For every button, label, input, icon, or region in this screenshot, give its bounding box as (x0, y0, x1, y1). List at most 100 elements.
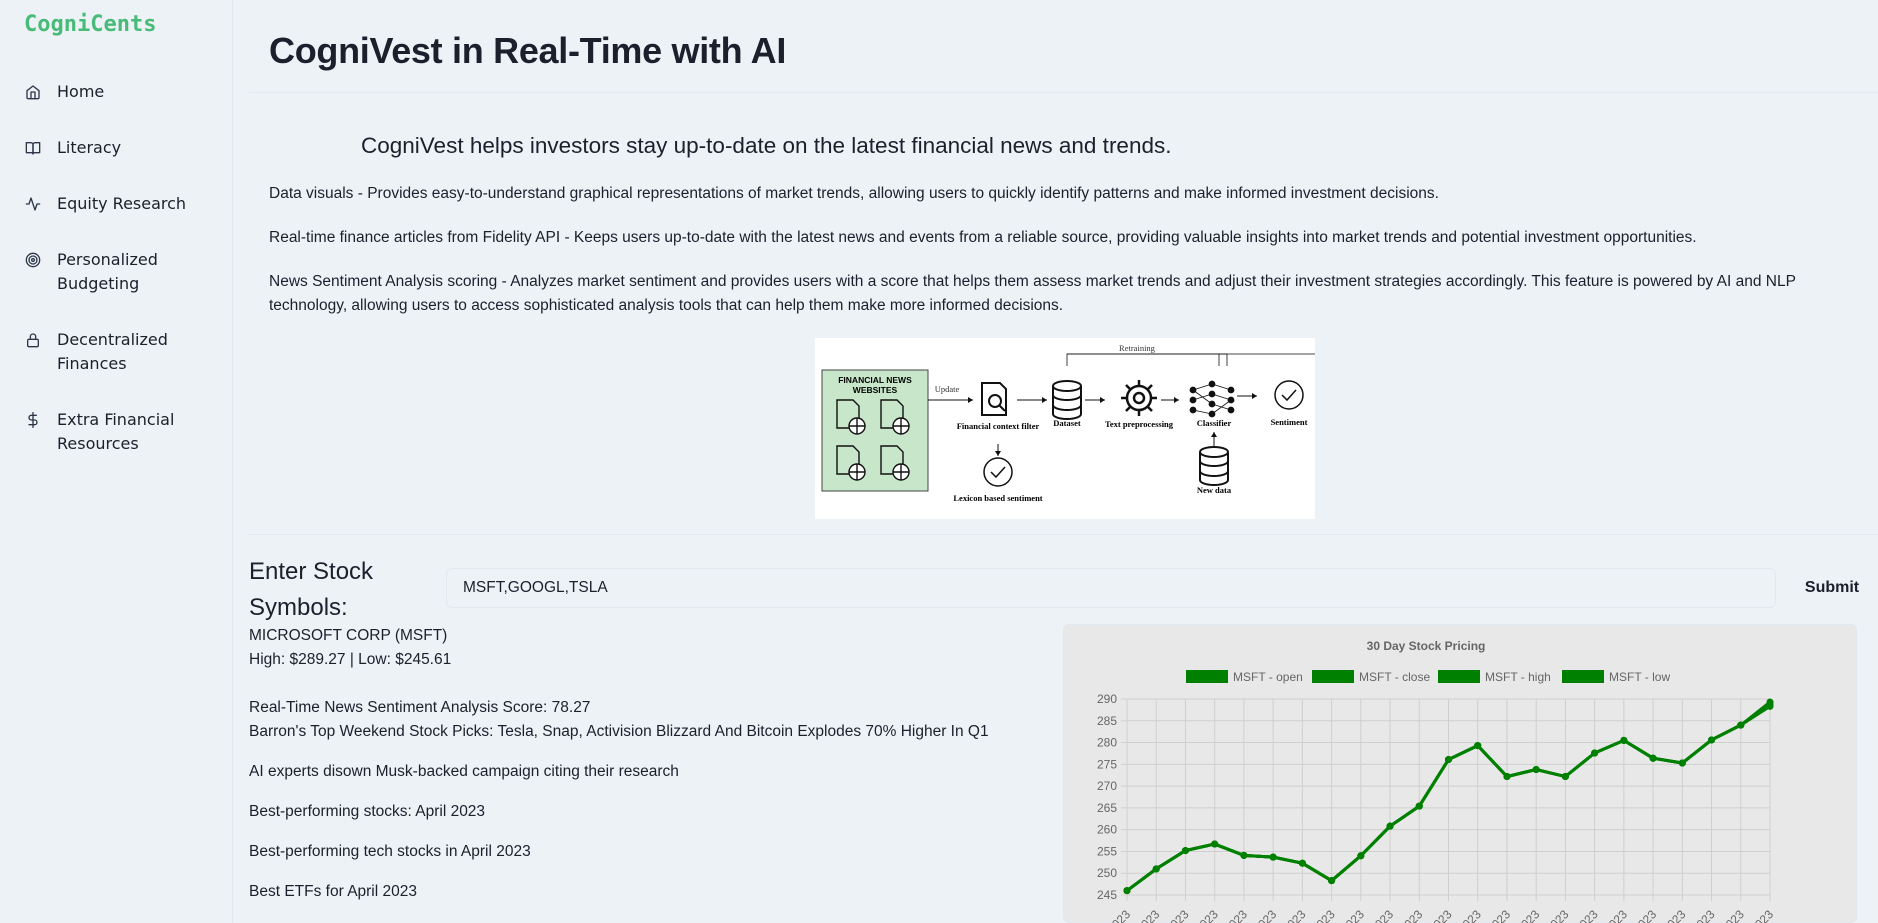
data-point (1357, 852, 1365, 860)
sidebar-nav: Home Literacy Equity Research Personaliz… (0, 80, 232, 488)
filter-label: Financial context filter (957, 421, 1040, 431)
sidebar-item-label: Personalized Budgeting (57, 250, 158, 293)
main-content: CogniVest in Real-Time with AI CogniVest… (249, 0, 1878, 923)
sidebar-item-home[interactable]: Home (0, 80, 232, 104)
legend-swatch (1312, 670, 1354, 683)
news-item[interactable]: AI experts disown Musk-backed campaign c… (249, 760, 989, 784)
sidebar-item-personalized-budgeting[interactable]: Personalized Budgeting (0, 248, 232, 296)
retraining-label: Retraining (1119, 343, 1156, 353)
stock-symbols-input[interactable] (446, 568, 1776, 608)
data-point (1708, 736, 1716, 744)
data-point (1678, 759, 1686, 767)
data-point (1269, 853, 1277, 861)
y-tick-label: 280 (1097, 736, 1117, 750)
database-icon (1052, 380, 1082, 420)
data-point (1445, 756, 1452, 764)
activity-icon (24, 192, 42, 216)
x-tick-label: 2023 (1397, 907, 1426, 923)
update-label: Update (935, 384, 960, 394)
sidebar-item-label: Extra Financial Resources (57, 410, 175, 453)
y-tick-label: 290 (1097, 692, 1117, 706)
sidebar-item-equity-research[interactable]: Equity Research (0, 192, 232, 216)
x-tick-label: 2023 (1660, 907, 1689, 923)
neural-net-icon (1189, 380, 1235, 418)
brand-logo[interactable]: CogniCents (24, 12, 156, 37)
x-tick-label: 2023 (1747, 907, 1776, 923)
dollar-icon (24, 408, 42, 432)
sidebar-item-label: Home (57, 82, 105, 101)
sidebar-item-decentralized-finances[interactable]: Decentralized Finances (0, 328, 232, 376)
x-tick-label: 2023 (1543, 907, 1572, 923)
legend-swatch (1438, 670, 1480, 683)
data-point (1152, 865, 1160, 873)
y-tick-label: 285 (1097, 714, 1117, 728)
sidebar-item-literacy[interactable]: Literacy (0, 136, 232, 160)
x-tick-label: 2023 (1221, 907, 1250, 923)
sidebar-item-label: Equity Research (57, 194, 187, 213)
x-tick-label: 2023 (1104, 907, 1133, 923)
x-tick-label: 2023 (1338, 907, 1367, 923)
data-point (1415, 802, 1423, 810)
legend-label: MSFT - high (1485, 670, 1551, 684)
x-tick-label: 2023 (1601, 907, 1630, 923)
data-point (1386, 822, 1394, 830)
sentiment-pipeline-diagram: FINANCIAL NEWS WEBSITES Update Financial … (815, 338, 1319, 519)
news-list: Barron's Top Weekend Stock Picks: Tesla,… (249, 720, 989, 920)
x-tick-label: 2023 (1689, 907, 1718, 923)
stock-pricing-chart: 30 Day Stock Pricing MSFT - open MSFT - cl… (1063, 624, 1857, 923)
chart-title: 30 Day Stock Pricing (1367, 639, 1486, 653)
y-tick-label: 275 (1097, 757, 1117, 771)
news-item[interactable]: Barron's Top Weekend Stock Picks: Tesla,… (249, 720, 989, 744)
data-point (1181, 847, 1189, 855)
y-tick-label: 270 (1097, 779, 1117, 793)
y-tick-label: 255 (1097, 844, 1117, 858)
x-tick-label: 2023 (1572, 907, 1601, 923)
y-tick-label: 260 (1097, 823, 1117, 837)
check-circle-icon (1274, 380, 1304, 410)
x-tick-label: 2023 (1192, 907, 1221, 923)
lexicon-label: Lexicon based sentiment (953, 493, 1042, 503)
data-point (1474, 742, 1482, 750)
legend-label: MSFT - open (1233, 670, 1303, 684)
feature-finance-articles: Real-time finance articles from Fidelity… (269, 229, 1697, 246)
x-tick-label: 2023 (1367, 907, 1396, 923)
news-item[interactable]: Best ETFs for April 2023 (249, 880, 989, 904)
sidebar-item-label: Decentralized Finances (57, 330, 168, 373)
x-tick-label: 2023 (1455, 907, 1484, 923)
home-icon (24, 80, 42, 104)
x-tick-label: 2023 (1484, 907, 1513, 923)
x-tick-label: 2023 (1514, 907, 1543, 923)
stock-info: MICROSOFT CORP (MSFT) High: $289.27 | Lo… (249, 624, 451, 672)
data-point (1211, 840, 1219, 848)
sidebar-item-label: Literacy (57, 138, 122, 157)
news-item[interactable]: Best-performing stocks: April 2023 (249, 800, 989, 824)
x-tick-label: 2023 (1163, 907, 1192, 923)
book-icon (24, 136, 42, 160)
sentiment-label: Sentiment (1271, 417, 1308, 427)
data-point (1503, 773, 1511, 781)
stock-price-range: High: $289.27 | Low: $245.61 (249, 651, 452, 668)
page-title: CogniVest in Real-Time with AI (269, 30, 787, 71)
new-data-label: New data (1197, 485, 1232, 495)
filter-icon (981, 382, 1007, 416)
divider (249, 92, 1878, 93)
data-point (1591, 749, 1599, 757)
sidebar-item-extra-financial-resources[interactable]: Extra Financial Resources (0, 408, 232, 456)
legend-swatch (1562, 670, 1604, 683)
data-point (1561, 773, 1569, 781)
check-circle-icon (983, 457, 1013, 487)
chart-canvas: 30 Day Stock Pricing MSFT - open MSFT - cl… (1097, 639, 1776, 923)
x-tick-label: 2023 (1718, 907, 1747, 923)
legend-swatch (1186, 670, 1228, 683)
x-tick-label: 2023 (1426, 907, 1455, 923)
sentiment-score: Real-Time News Sentiment Analysis Score:… (249, 699, 591, 716)
news-item[interactable]: Best-performing tech stocks in April 202… (249, 840, 989, 864)
submit-button[interactable]: Submit (1790, 568, 1874, 608)
data-point (1328, 877, 1336, 885)
symbols-label: Enter Stock Symbols: (249, 558, 374, 621)
data-point (1649, 754, 1657, 762)
legend-label: MSFT - close (1359, 670, 1430, 684)
data-point (1298, 859, 1306, 867)
y-tick-label: 250 (1097, 866, 1117, 880)
x-tick-label: 2023 (1309, 907, 1338, 923)
